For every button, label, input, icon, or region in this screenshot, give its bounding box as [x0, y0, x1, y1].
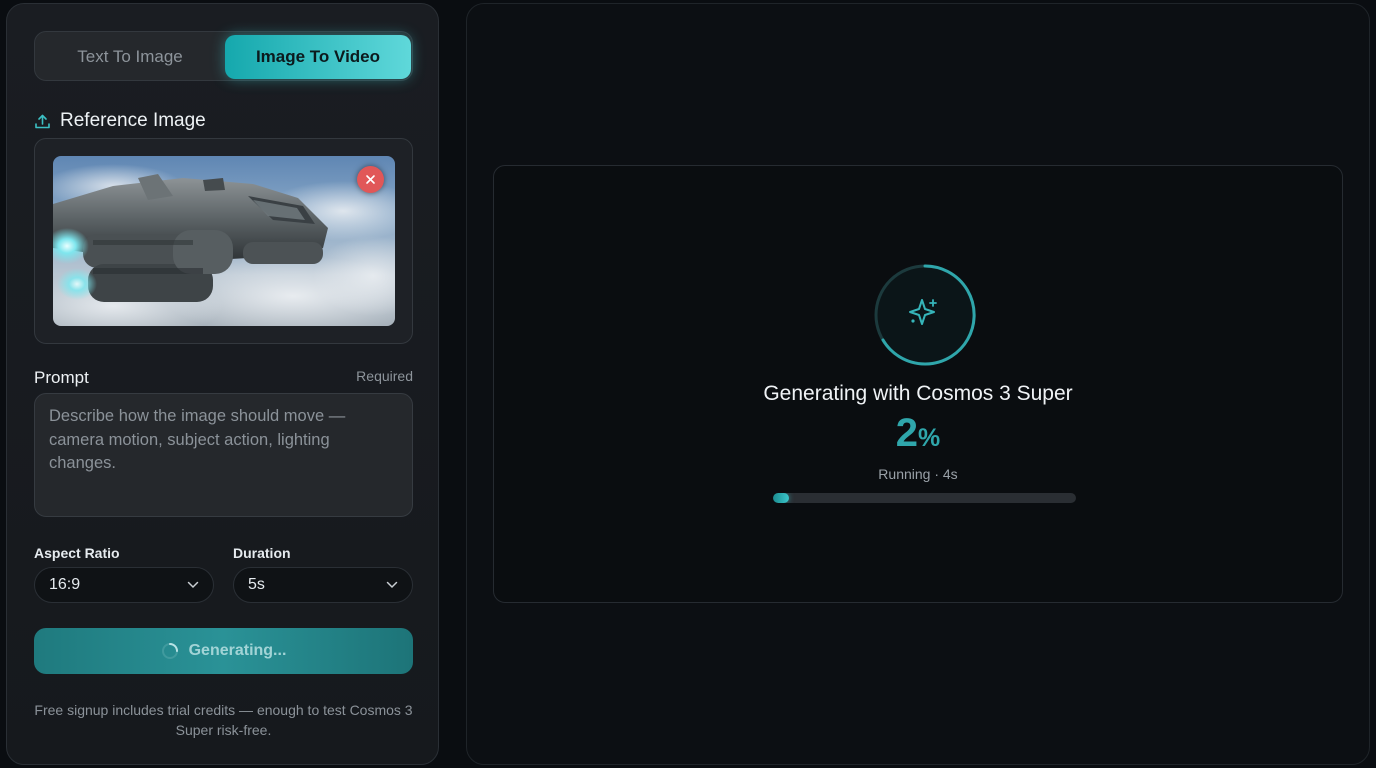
chevron-down-icon	[386, 581, 398, 589]
duration-value: 5s	[248, 576, 265, 593]
prompt-label: Prompt	[34, 368, 89, 387]
progress-ring	[873, 263, 977, 367]
chevron-down-icon	[187, 581, 199, 589]
output-panel: Generating with Cosmos 3 Super 2% Runnin…	[466, 3, 1370, 765]
progress-card: Generating with Cosmos 3 Super 2% Runnin…	[493, 165, 1343, 603]
aspect-ratio-value: 16:9	[49, 576, 81, 593]
progress-percent-unit: %	[918, 424, 941, 452]
required-note: Required	[356, 368, 413, 384]
spaceship-image	[53, 156, 395, 326]
close-icon	[366, 175, 375, 184]
remove-image-button[interactable]	[357, 166, 384, 193]
progress-percent-value: 2	[895, 411, 918, 455]
generating-title: Generating with Cosmos 3 Super	[763, 382, 1073, 405]
mode-tabs: Text To Image Image To Video	[34, 31, 413, 81]
upload-icon	[34, 113, 51, 130]
progress-percent: 2%	[494, 411, 1342, 456]
prompt-input[interactable]	[34, 393, 413, 517]
duration-label: Duration	[233, 545, 291, 561]
aspect-ratio-select[interactable]: 16:9	[34, 567, 214, 603]
tab-image-to-video[interactable]: Image To Video	[225, 35, 411, 79]
tab-text-to-image[interactable]: Text To Image	[38, 35, 222, 79]
generate-button[interactable]: Generating...	[34, 628, 413, 674]
reference-image-heading: Reference Image	[34, 108, 206, 134]
reference-image-label: Reference Image	[60, 110, 206, 131]
progress-bar	[773, 493, 1076, 503]
tab-text-to-image-label: Text To Image	[77, 47, 183, 66]
tab-image-to-video-label: Image To Video	[255, 47, 381, 66]
trial-credits-note: Free signup includes trial credits — eno…	[34, 702, 413, 738]
reference-image-card[interactable]	[34, 138, 413, 344]
settings-panel: Text To Image Image To Video Reference I…	[6, 3, 439, 765]
reference-image-preview	[53, 156, 395, 326]
aspect-ratio-label: Aspect Ratio	[34, 545, 120, 561]
spinner-icon	[161, 643, 178, 659]
progress-bar-fill	[773, 493, 789, 503]
generate-button-label: Generating...	[188, 642, 287, 659]
duration-select[interactable]: 5s	[233, 567, 413, 603]
progress-status: Running · 4s	[878, 466, 958, 482]
